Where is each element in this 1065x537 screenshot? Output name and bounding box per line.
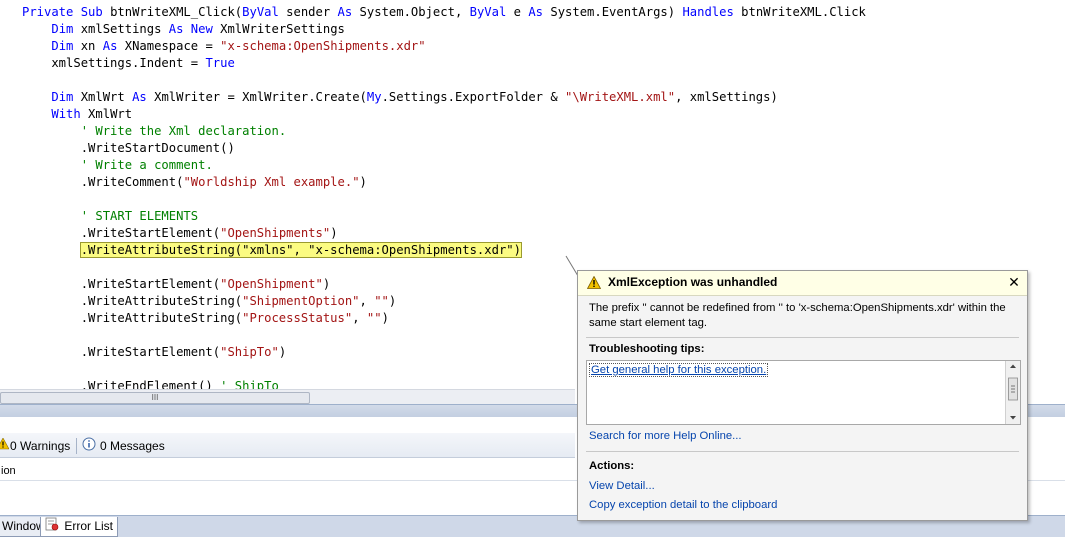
exception-title: XmlException was unhandled (608, 275, 778, 289)
troubleshooting-tips-list[interactable]: Get general help for this exception. (586, 360, 1021, 425)
tips-scrollbar[interactable] (1005, 361, 1020, 424)
view-detail-link[interactable]: View Detail... (589, 480, 655, 492)
copy-exception-detail-link[interactable]: Copy exception detail to the clipboard (589, 499, 777, 511)
search-help-online-link[interactable]: Search for more Help Online... (589, 430, 742, 442)
general-help-link[interactable]: Get general help for this exception. (589, 363, 769, 377)
divider (586, 337, 1019, 338)
exception-header: XmlException was unhandled ✕ (578, 271, 1027, 296)
actions-title: Actions: (589, 460, 635, 472)
troubleshooting-tips-title: Troubleshooting tips: (589, 343, 705, 355)
exception-assistant-dialog: XmlException was unhandled ✕ The prefix … (577, 270, 1028, 521)
divider (586, 451, 1019, 452)
warning-icon (586, 275, 602, 294)
exception-message: The prefix '' cannot be redefined from '… (589, 302, 1006, 329)
close-button[interactable]: ✕ (1007, 274, 1021, 290)
